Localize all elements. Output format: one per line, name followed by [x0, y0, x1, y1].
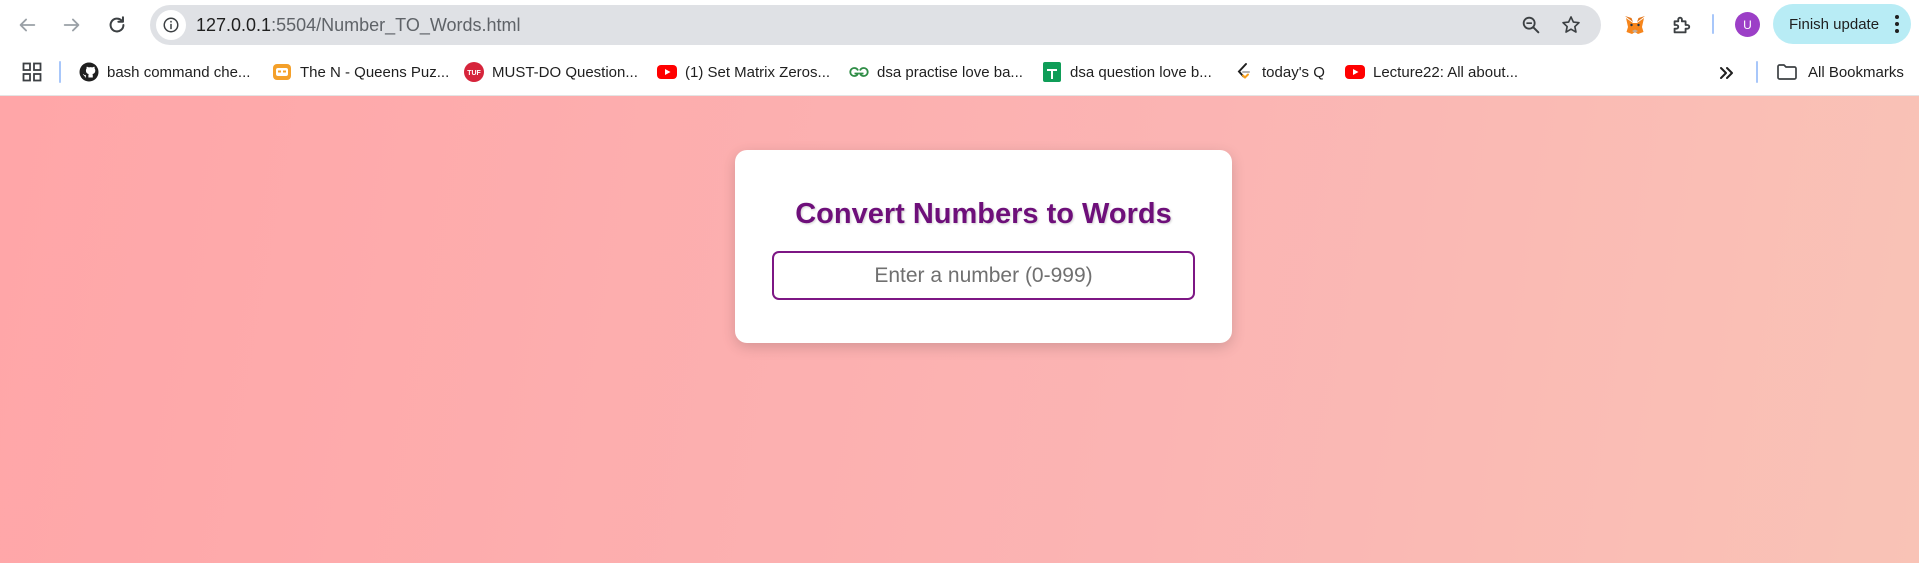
bookmark-label: dsa question love b... — [1070, 63, 1212, 81]
bookmark-label: The N - Queens Puz... — [300, 63, 450, 81]
extensions-puzzle-icon[interactable] — [1666, 10, 1696, 40]
site-info-button[interactable] — [156, 10, 186, 40]
forward-button[interactable] — [55, 8, 89, 42]
arrow-right-icon — [63, 18, 80, 32]
bookmark-star-icon[interactable] — [1559, 13, 1583, 37]
youtube-icon — [657, 62, 677, 82]
bookmark-label: dsa practise love ba... — [877, 63, 1023, 81]
bookmark-item[interactable]: TUF MUST-DO Question... — [464, 60, 638, 84]
more-bookmarks-chevron-icon[interactable] — [1716, 62, 1738, 84]
bookmark-item[interactable]: dsa practise love ba... — [849, 60, 1023, 84]
tuf-icon: TUF — [464, 62, 484, 82]
info-icon — [163, 17, 179, 33]
bookmark-label: today's Q — [1262, 63, 1325, 81]
bookmark-label: Lecture22: All about... — [1373, 63, 1519, 81]
page-background: Convert Numbers to Words — [0, 96, 1919, 563]
bookmark-item[interactable]: dsa question love b... — [1042, 60, 1212, 84]
bookmark-item[interactable]: Lecture22: All about... — [1345, 60, 1518, 84]
svg-text:TUF: TUF — [467, 70, 481, 77]
toolbar-separator — [1712, 14, 1714, 34]
bookmarks-separator — [59, 61, 61, 83]
leetcode-icon — [1234, 62, 1254, 82]
codeium-icon — [272, 62, 292, 82]
google-sheets-icon — [1042, 62, 1062, 82]
bookmark-item[interactable]: bash command che... — [79, 60, 250, 84]
bookmark-label: bash command che... — [107, 63, 251, 81]
converter-title: Convert Numbers to Words — [795, 198, 1172, 230]
profile-avatar[interactable]: U — [1735, 12, 1760, 37]
browser-toolbar: 127.0.0.1:5504/Number_TO_Words.html U Fi… — [0, 0, 1919, 49]
more-menu-icon[interactable] — [1895, 15, 1899, 33]
finish-update-button[interactable]: Finish update — [1773, 4, 1911, 44]
bookmark-item[interactable]: (1) Set Matrix Zeros... — [657, 60, 830, 84]
youtube-icon — [1345, 62, 1365, 82]
bookmark-label: MUST-DO Question... — [492, 63, 638, 81]
bookmarks-bar: bash command che... The N - Queens Puz..… — [0, 49, 1919, 96]
number-input[interactable] — [772, 251, 1195, 300]
zoom-icon[interactable] — [1519, 13, 1543, 37]
all-bookmarks-button[interactable]: All Bookmarks — [1776, 60, 1904, 84]
url-path: :5504/Number_TO_Words.html — [271, 15, 521, 35]
metamask-extension-icon[interactable] — [1620, 10, 1650, 40]
address-url[interactable]: 127.0.0.1:5504/Number_TO_Words.html — [196, 15, 521, 35]
github-icon — [79, 62, 99, 82]
converter-card: Convert Numbers to Words — [735, 150, 1232, 343]
bookmarks-separator — [1756, 61, 1758, 83]
bookmark-item[interactable]: The N - Queens Puz... — [272, 60, 449, 84]
bookmark-label: (1) Set Matrix Zeros... — [685, 63, 831, 81]
arrow-left-icon — [19, 18, 36, 32]
finish-update-label: Finish update — [1789, 15, 1880, 33]
url-host: 127.0.0.1 — [196, 15, 272, 35]
apps-grid-icon[interactable] — [22, 62, 42, 82]
reload-icon — [109, 16, 125, 33]
folder-icon — [1777, 64, 1797, 80]
bookmark-item[interactable]: today's Q — [1234, 60, 1325, 84]
all-bookmarks-label: All Bookmarks — [1808, 63, 1904, 81]
back-button[interactable] — [10, 8, 44, 42]
geeksforgeeks-icon — [849, 62, 869, 82]
reload-button[interactable] — [100, 8, 134, 42]
address-bar[interactable]: 127.0.0.1:5504/Number_TO_Words.html — [150, 5, 1601, 45]
